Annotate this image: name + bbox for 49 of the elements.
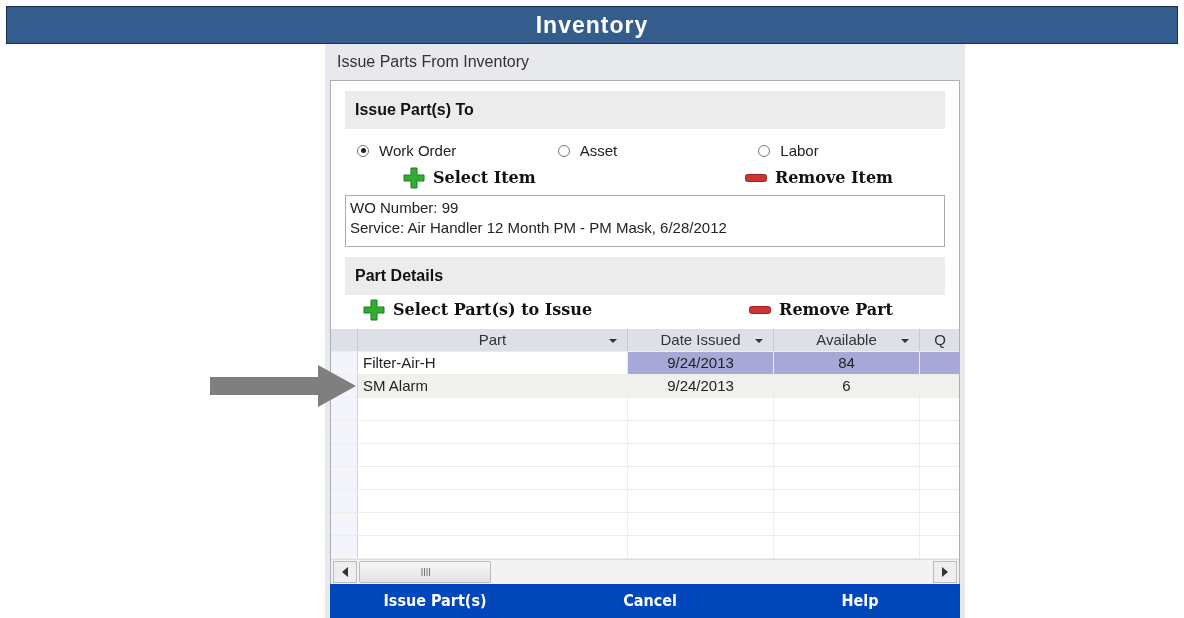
radio-label: Labor <box>780 142 819 160</box>
grid-corner <box>331 328 358 351</box>
table-cell: SM Alarm <box>358 374 628 397</box>
plus-icon <box>363 298 385 321</box>
banner-title: Inventory <box>535 11 649 39</box>
column-header[interactable]: Part <box>358 328 628 351</box>
radio-button[interactable] <box>557 144 570 157</box>
dialog-title: Issue Parts From Inventory <box>336 51 531 72</box>
dialog-button[interactable]: Cancel <box>540 583 760 618</box>
section-header: Issue Part(s) To <box>345 90 945 129</box>
table-row[interactable]: SM Alarm 9/24/2013 6 <box>331 374 959 398</box>
grip-icon <box>420 567 430 576</box>
dropdown-icon <box>609 338 617 343</box>
detail-line: Service: Air Handler 12 Month PM - PM Mask, 6/28/2012 <box>350 217 728 238</box>
column-header[interactable]: Q <box>920 328 959 351</box>
radio-label: Asset <box>579 142 618 160</box>
right-triangle-icon <box>942 566 948 577</box>
remove-button[interactable]: Remove Part <box>749 300 893 320</box>
horizontal-scrollbar[interactable] <box>331 558 959 584</box>
remove-button[interactable]: Remove Item <box>744 168 893 188</box>
detail-line: WO Number: 99 <box>350 197 460 218</box>
left-triangle-icon <box>342 566 348 577</box>
dialog-button[interactable]: Issue Part(s) <box>330 583 540 618</box>
add-button[interactable]: Select Item <box>403 166 536 189</box>
table-cell <box>920 374 959 397</box>
minus-icon <box>749 305 772 314</box>
scroll-thumb[interactable] <box>359 560 491 583</box>
dropdown-icon <box>755 338 763 343</box>
dialog-button[interactable]: Help <box>760 583 960 618</box>
column-header[interactable]: Date Issued <box>628 328 774 351</box>
radio-option[interactable]: Work Order <box>357 138 558 163</box>
section-header: Part Details <box>345 256 945 295</box>
scroll-left-button[interactable] <box>333 560 357 583</box>
column-header[interactable]: Available <box>774 328 920 351</box>
radio-option[interactable]: Labor <box>758 138 959 163</box>
radio-label: Work Order <box>379 142 457 160</box>
dropdown-icon <box>901 338 909 343</box>
table-cell: 6 <box>774 374 920 397</box>
radio-option[interactable]: Asset <box>557 138 759 163</box>
table-cell: 84 <box>774 351 920 374</box>
radio-button[interactable] <box>758 144 771 157</box>
table-row[interactable]: Filter-Air-H 9/24/2013 84 <box>331 351 959 375</box>
table-cell: 9/24/2013 <box>628 374 774 397</box>
add-button[interactable]: Select Part(s) to Issue <box>363 298 593 321</box>
radio-button[interactable] <box>357 144 369 157</box>
minus-icon <box>744 173 767 182</box>
table-cell: 9/24/2013 <box>628 351 774 374</box>
plus-icon <box>403 166 425 189</box>
scroll-right-button[interactable] <box>933 560 957 583</box>
